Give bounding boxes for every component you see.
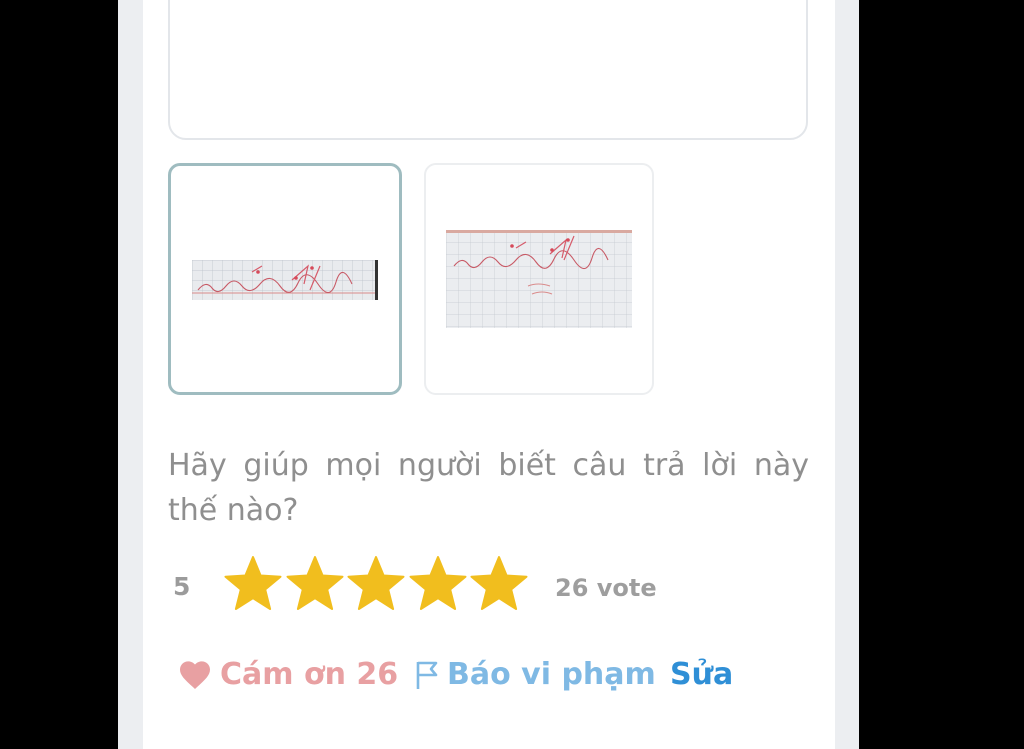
star-icon[interactable] [409, 555, 467, 613]
star-icon[interactable] [347, 555, 405, 613]
image-thumbnail-2[interactable] [424, 163, 654, 395]
flag-icon [416, 661, 438, 689]
heart-icon [180, 661, 210, 689]
image-preview [168, 0, 808, 140]
star-icon[interactable] [224, 555, 282, 613]
handwriting-photo-1 [192, 260, 378, 300]
answer-actions: Cám ơn 26 Báo vi phạm Sửa [0, 653, 1024, 697]
star-icon[interactable] [286, 555, 344, 613]
thanks-label: Cám ơn 26 [220, 657, 399, 692]
handwriting-photo-2 [446, 230, 632, 328]
rating-prompt: Hãy giúp mọi người biết câu trả lời này … [168, 448, 809, 528]
edit-label: Sửa [670, 657, 734, 692]
vote-count: 26 vote [555, 574, 657, 602]
report-label: Báo vi phạm [447, 657, 656, 692]
rating-average: 5 [173, 572, 191, 601]
star-icon[interactable] [470, 555, 528, 613]
image-thumbnail-1[interactable] [168, 163, 402, 395]
